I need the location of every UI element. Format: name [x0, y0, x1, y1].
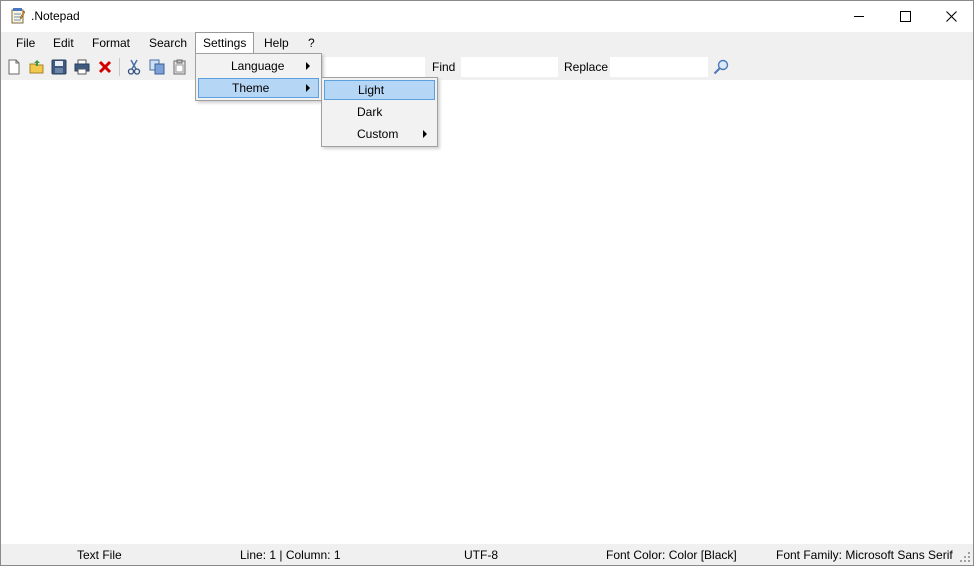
- menu-about[interactable]: ?: [301, 32, 322, 54]
- copy-icon[interactable]: [149, 59, 165, 75]
- notepad-window: .Notepad File Edit Format Search Setting…: [0, 0, 974, 566]
- cut-icon[interactable]: [126, 59, 142, 75]
- close-button[interactable]: [928, 1, 973, 31]
- title-bar: .Notepad: [1, 1, 973, 31]
- menu-bar: File Edit Format Search Settings Help ?: [1, 32, 973, 54]
- open-folder-icon[interactable]: [29, 59, 45, 75]
- minimize-button[interactable]: [836, 1, 882, 31]
- settings-dropdown: Language Theme: [195, 53, 322, 101]
- new-file-icon[interactable]: [6, 59, 22, 75]
- menu-settings[interactable]: Settings: [195, 32, 255, 54]
- minimize-icon: [854, 15, 864, 17]
- menu-item-dark[interactable]: Dark: [324, 102, 435, 122]
- submenu-arrow-icon: [306, 62, 310, 70]
- submenu-arrow-icon: [306, 84, 310, 92]
- toolbar: Find Replace: [1, 54, 973, 80]
- status-bar: Text File Line: 1 | Column: 1 UTF-8 Font…: [1, 544, 973, 565]
- delete-icon[interactable]: [97, 59, 113, 75]
- status-font-color: Font Color: Color [Black]: [606, 548, 737, 562]
- close-icon: [945, 10, 957, 22]
- maximize-icon: [899, 10, 911, 22]
- menu-edit[interactable]: Edit: [46, 32, 81, 54]
- submenu-arrow-icon: [423, 130, 427, 138]
- status-cursor-position: Line: 1 | Column: 1: [240, 548, 341, 562]
- goto-input[interactable]: [323, 57, 425, 77]
- menu-item-language-label: Language: [231, 59, 285, 73]
- replace-label: Replace: [564, 60, 609, 74]
- menu-item-dark-label: Dark: [357, 105, 383, 119]
- text-editor-area[interactable]: [1, 80, 973, 543]
- paste-icon[interactable]: [172, 59, 188, 75]
- window-title: .Notepad: [31, 9, 80, 23]
- menu-format[interactable]: Format: [85, 32, 137, 54]
- resize-grip-icon[interactable]: [960, 552, 971, 563]
- menu-search[interactable]: Search: [142, 32, 194, 54]
- menu-item-theme[interactable]: Theme: [198, 78, 319, 98]
- menu-help[interactable]: Help: [257, 32, 296, 54]
- menu-item-theme-label: Theme: [232, 81, 270, 95]
- menu-item-language[interactable]: Language: [198, 56, 319, 76]
- toolbar-separator: [119, 58, 120, 76]
- maximize-button[interactable]: [882, 1, 928, 31]
- menu-item-light[interactable]: Light: [324, 80, 435, 100]
- menu-item-custom[interactable]: Custom: [324, 124, 435, 144]
- find-label: Find: [432, 60, 456, 74]
- theme-submenu: Light Dark Custom: [321, 77, 438, 147]
- notepad-app-icon: [11, 8, 25, 24]
- status-encoding: UTF-8: [464, 548, 498, 562]
- replace-input[interactable]: [610, 57, 708, 77]
- search-icon[interactable]: [713, 59, 729, 75]
- status-font-family: Font Family: Microsoft Sans Serif: [776, 548, 953, 562]
- menu-item-light-label: Light: [358, 83, 385, 97]
- status-file-type: Text File: [77, 548, 122, 562]
- menu-file[interactable]: File: [9, 32, 42, 54]
- print-icon[interactable]: [74, 59, 90, 75]
- find-input[interactable]: [461, 57, 558, 77]
- menu-item-custom-label: Custom: [357, 127, 399, 141]
- save-icon[interactable]: [51, 59, 67, 75]
